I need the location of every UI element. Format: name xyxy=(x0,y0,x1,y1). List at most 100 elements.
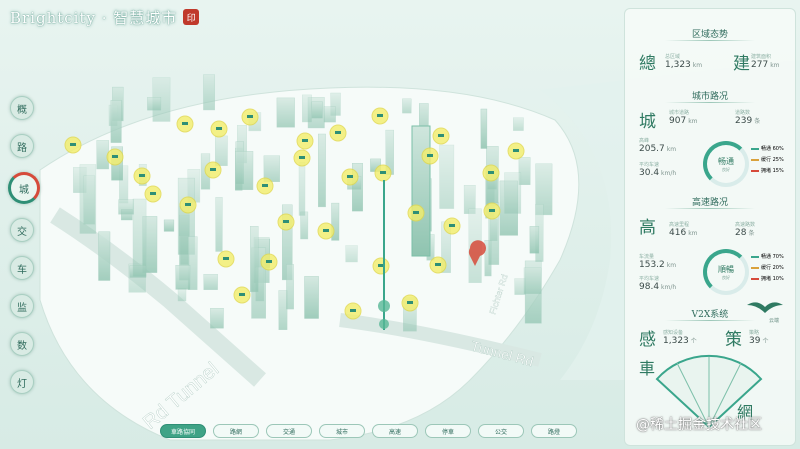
car-icon xyxy=(323,229,329,232)
car-icon xyxy=(302,139,308,142)
building xyxy=(278,290,288,330)
car-icon xyxy=(299,156,305,159)
bottom-tab[interactable]: 停車 xyxy=(425,424,471,438)
building xyxy=(311,101,323,119)
building xyxy=(529,226,540,254)
city-road-ring: 畅通 良好 xyxy=(703,141,749,187)
car-icon xyxy=(150,192,156,195)
car-icon xyxy=(239,293,245,296)
stat-city-road-length: 城市道路 907 km xyxy=(669,110,698,126)
building xyxy=(249,225,259,293)
side-nav-item[interactable]: 数 xyxy=(10,332,34,356)
building xyxy=(147,96,162,111)
bottom-tab-active[interactable]: 車路協同 xyxy=(160,424,206,438)
city-road-legend: 畅通 60% 缓行 25% 拥堵 15% xyxy=(751,145,784,178)
building xyxy=(98,231,111,281)
car-icon xyxy=(438,134,444,137)
stat-building-area: 建筑面积 277 km xyxy=(751,54,780,70)
stat-sensors: 感知设备 1,323 个 xyxy=(663,330,697,346)
tower-sphere xyxy=(378,300,390,312)
building xyxy=(323,106,336,123)
building xyxy=(235,151,254,191)
highway-ring: 順暢 良好 xyxy=(703,249,749,295)
car-icon xyxy=(266,260,272,263)
bottom-nav: 車路協同 路網 交通 城市 高速 停車 公交 路燈 xyxy=(160,424,577,438)
building xyxy=(504,172,522,214)
building xyxy=(304,276,319,319)
building xyxy=(132,198,147,277)
bottom-tab[interactable]: 公交 xyxy=(478,424,524,438)
car-icon xyxy=(283,220,289,223)
building xyxy=(300,211,309,240)
building xyxy=(480,108,488,149)
side-nav-item-active[interactable]: 城 xyxy=(8,172,40,204)
building xyxy=(203,74,215,111)
building xyxy=(439,144,455,209)
car-icon xyxy=(489,209,495,212)
v2x-char-right: 策 xyxy=(725,330,742,350)
side-nav-item[interactable]: 交 xyxy=(10,218,34,242)
region-char-left: 總 xyxy=(639,54,656,74)
building xyxy=(302,94,312,123)
stat-highway-length: 高速里程 416 km xyxy=(669,222,698,238)
side-nav-item[interactable]: 车 xyxy=(10,256,34,280)
building xyxy=(286,264,294,310)
bottom-tab[interactable]: 高速 xyxy=(372,424,418,438)
section-title-city-road: 城市路况 xyxy=(625,89,795,103)
city-road-char: 城 xyxy=(639,112,656,132)
car-icon xyxy=(182,122,188,125)
car-icon xyxy=(427,154,433,157)
car-icon xyxy=(380,171,386,174)
building xyxy=(402,98,412,114)
v2x-char-left: 感 xyxy=(639,330,656,350)
stat-total-area: 总区域 1,323 km xyxy=(665,54,703,70)
bottom-tab[interactable]: 路網 xyxy=(213,424,259,438)
car-icon xyxy=(216,127,222,130)
building xyxy=(110,100,122,143)
building xyxy=(118,199,134,215)
car-icon xyxy=(223,257,229,260)
bird-note: 云端 xyxy=(769,318,780,324)
stat-highway-flow: 车流量 153.2 km xyxy=(639,254,677,270)
car-icon xyxy=(139,174,145,177)
car-icon xyxy=(435,263,441,266)
building xyxy=(298,161,306,216)
car-icon xyxy=(112,155,118,158)
building xyxy=(523,267,542,294)
side-nav-item[interactable]: 路 xyxy=(10,134,34,158)
building xyxy=(276,97,295,128)
car-icon xyxy=(488,171,494,174)
bottom-tab[interactable]: 路燈 xyxy=(531,424,577,438)
bottom-tab[interactable]: 城市 xyxy=(319,424,365,438)
side-nav-item[interactable]: 监 xyxy=(10,294,34,318)
building xyxy=(513,117,524,131)
car-icon xyxy=(247,115,253,118)
car-icon xyxy=(350,309,356,312)
stats-panel: 区域态势 總 总区域 1,323 km 建 建筑面积 277 km 城市路况 城 城市道… xyxy=(624,8,796,446)
car-icon xyxy=(70,143,76,146)
section-title-highway: 高速路况 xyxy=(625,195,795,209)
stat-highway-count: 高速路数 28 条 xyxy=(735,222,756,238)
car-icon xyxy=(347,175,353,178)
app-header: Brightcity · 智慧城市 印 xyxy=(10,6,200,28)
building xyxy=(215,197,223,252)
stat-strategies: 策略 39 个 xyxy=(749,330,769,346)
bottom-tab[interactable]: 交通 xyxy=(266,424,312,438)
car-icon xyxy=(407,301,413,304)
side-nav-item[interactable]: 灯 xyxy=(10,370,34,394)
car-icon xyxy=(262,184,268,187)
car-icon xyxy=(185,203,191,206)
stat-highway-speed: 平均车速 98.4 km/h xyxy=(639,276,677,292)
tower-building xyxy=(411,125,431,257)
building xyxy=(163,219,175,232)
stat-city-road-count: 道路数 239 条 xyxy=(735,110,761,126)
building xyxy=(345,245,358,263)
section-title-region: 区域态势 xyxy=(625,27,795,41)
car-icon xyxy=(449,224,455,227)
building xyxy=(210,308,224,329)
side-nav-item[interactable]: 概 xyxy=(10,96,34,120)
side-nav: 概 路 城 交 车 监 数 灯 xyxy=(4,96,44,408)
watermark: @稀土掘金技术社区 xyxy=(636,417,762,433)
car-icon xyxy=(513,149,519,152)
highway-legend: 畅通 70% 缓行 20% 拥堵 10% xyxy=(751,253,784,286)
